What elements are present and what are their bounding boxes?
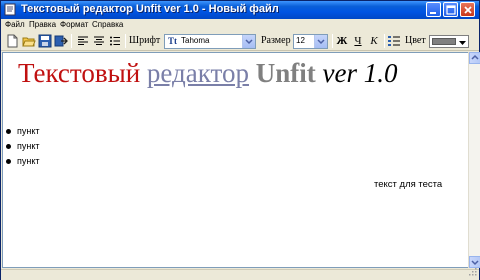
menu-edit[interactable]: Правка <box>29 20 56 29</box>
window-title: Текстовый редактор Unfit ver 1.0 - Новый… <box>21 3 279 15</box>
notepad-icon <box>4 3 17 16</box>
italic-button[interactable]: К <box>367 34 381 48</box>
arrow-up-icon <box>471 54 479 60</box>
align-center-icon <box>94 36 104 45</box>
toolbar-separator <box>384 34 385 48</box>
text-editor[interactable]: Текстовый редактор Unfit ver 1.0 пункт п… <box>2 52 469 268</box>
vertical-scrollbar[interactable] <box>468 52 480 268</box>
menu-bar: Файл Правка Формат Справка <box>1 19 479 32</box>
color-picker[interactable] <box>429 35 469 48</box>
save-button[interactable] <box>38 34 52 48</box>
list-item: пункт <box>3 124 40 139</box>
heading-word-bold: Unfit <box>255 58 316 88</box>
color-label: Цвет <box>405 35 426 46</box>
bullet-list-icon <box>110 36 120 46</box>
menu-format[interactable]: Формат <box>60 20 88 29</box>
open-file-button[interactable] <box>22 34 36 48</box>
size-select-value: 12 <box>296 36 305 45</box>
size-label: Размер <box>261 35 291 46</box>
underline-button[interactable]: Ч <box>351 34 365 48</box>
list-button[interactable] <box>387 34 401 48</box>
font-label: Шрифт <box>129 35 161 46</box>
bullet-list-button[interactable] <box>108 34 122 48</box>
truetype-font-icon: Tt <box>168 36 177 46</box>
heading-word-red: Текстовый <box>18 58 141 88</box>
new-file-button[interactable] <box>5 34 19 48</box>
save-disk-icon <box>38 34 52 48</box>
export-icon <box>54 35 68 47</box>
close-button[interactable] <box>460 2 475 17</box>
menu-help[interactable]: Справка <box>92 20 123 29</box>
app-window: Текстовый редактор Unfit ver 1.0 - Новый… <box>0 0 480 280</box>
maximize-button[interactable] <box>443 2 458 17</box>
list-item: пункт <box>3 139 40 154</box>
toolbar-separator <box>125 34 126 48</box>
new-file-icon <box>7 34 18 48</box>
bullet-list: пункт пункт пункт <box>3 124 40 169</box>
menu-file[interactable]: Файл <box>5 20 25 29</box>
align-left-button[interactable] <box>76 34 90 48</box>
bold-button[interactable]: Ж <box>335 34 349 48</box>
status-bar <box>1 266 479 280</box>
chevron-down-icon <box>458 37 467 50</box>
document-heading: Текстовый редактор Unfit ver 1.0 <box>18 57 397 89</box>
toolbar: Шрифт Tt Tahoma Размер 12 Ж Ч К Цвет <box>1 32 479 51</box>
chevron-down-icon[interactable] <box>242 35 255 48</box>
list-icon <box>388 36 400 46</box>
toolbar-separator <box>332 34 333 48</box>
minimize-button[interactable] <box>426 2 441 17</box>
color-swatch <box>432 38 456 45</box>
align-left-icon <box>78 36 88 45</box>
size-select[interactable]: 12 <box>293 34 328 49</box>
heading-word-italic: ver 1.0 <box>322 58 398 88</box>
maximize-icon <box>446 5 456 15</box>
align-center-button[interactable] <box>92 34 106 48</box>
title-bar[interactable]: Текстовый редактор Unfit ver 1.0 - Новый… <box>1 1 479 19</box>
font-select[interactable]: Tt Tahoma <box>164 34 256 49</box>
toolbar-separator <box>71 34 72 48</box>
open-folder-icon <box>22 37 36 47</box>
scroll-up-button[interactable] <box>469 52 480 64</box>
list-item: пункт <box>3 154 40 169</box>
font-select-value: Tahoma <box>181 36 210 45</box>
heading-word-underlined: редактор <box>146 58 249 88</box>
test-text: текст для теста <box>374 179 443 190</box>
minimize-icon <box>430 12 436 14</box>
chevron-down-icon[interactable] <box>314 35 327 48</box>
close-icon <box>464 6 472 14</box>
resize-grip-icon[interactable] <box>468 266 477 279</box>
export-button[interactable] <box>54 34 68 48</box>
